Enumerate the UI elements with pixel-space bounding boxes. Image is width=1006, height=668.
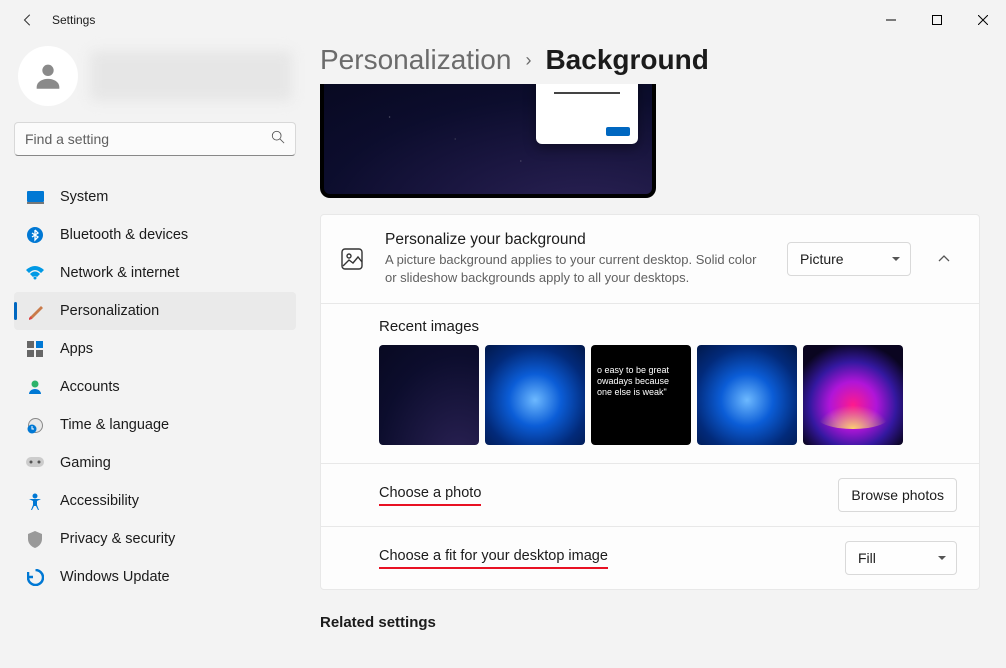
display-icon (26, 188, 44, 206)
window-controls (868, 4, 1006, 36)
search-icon (271, 130, 285, 149)
background-card: Personalize your background A picture ba… (320, 214, 980, 590)
breadcrumb: Personalization › Background (320, 44, 980, 76)
nav-label: Personalization (60, 303, 159, 319)
choose-photo-row: Choose a photo Browse photos (321, 463, 979, 526)
background-type-dropdown[interactable]: Picture (787, 242, 911, 276)
picture-icon (339, 248, 365, 270)
card-title: Personalize your background (385, 231, 767, 249)
chevron-right-icon: › (525, 50, 531, 71)
nav-label: Time & language (60, 417, 169, 433)
nav-gaming[interactable]: Gaming (14, 444, 296, 482)
window-title: Settings (52, 13, 95, 27)
breadcrumb-parent[interactable]: Personalization (320, 44, 511, 76)
nav-label: System (60, 189, 108, 205)
nav-label: Gaming (60, 455, 111, 471)
accessibility-icon (26, 492, 44, 510)
breadcrumb-current: Background (545, 44, 708, 76)
nav-bluetooth[interactable]: Bluetooth & devices (14, 216, 296, 254)
nav-label: Accounts (60, 379, 120, 395)
nav-apps[interactable]: Apps (14, 330, 296, 368)
recent-image-thumb[interactable]: o easy to be great owadays because one e… (591, 345, 691, 445)
choose-fit-row: Choose a fit for your desktop image Fill (321, 526, 979, 589)
apps-icon (26, 340, 44, 358)
recent-images-section: Recent images o easy to be great owadays… (321, 303, 979, 463)
paintbrush-icon (26, 302, 44, 320)
search-box[interactable] (14, 122, 296, 156)
collapse-button[interactable] (931, 252, 957, 266)
search-input[interactable] (25, 131, 271, 147)
nav-label: Apps (60, 341, 93, 357)
nav-privacy[interactable]: Privacy & security (14, 520, 296, 558)
button-label: Browse photos (851, 487, 944, 503)
dropdown-value: Picture (800, 251, 844, 267)
recent-image-thumb[interactable] (803, 345, 903, 445)
clock-globe-icon (26, 416, 44, 434)
nav-system[interactable]: System (14, 178, 296, 216)
desktop-preview (320, 84, 656, 198)
dropdown-value: Fill (858, 550, 876, 566)
nav-accounts[interactable]: Accounts (14, 368, 296, 406)
nav-personalization[interactable]: Personalization (14, 292, 296, 330)
nav-label: Accessibility (60, 493, 139, 509)
choose-fit-label: Choose a fit for your desktop image (379, 548, 608, 569)
update-icon (26, 568, 44, 586)
fit-dropdown[interactable]: Fill (845, 541, 957, 575)
nav-update[interactable]: Windows Update (14, 558, 296, 596)
nav-label: Privacy & security (60, 531, 175, 547)
nav-network[interactable]: Network & internet (14, 254, 296, 292)
related-settings-title: Related settings (320, 614, 980, 631)
choose-photo-label: Choose a photo (379, 485, 481, 506)
back-button[interactable] (18, 10, 38, 30)
sidebar: System Bluetooth & devices Network & int… (0, 40, 310, 668)
shield-icon (26, 530, 44, 548)
nav-list: System Bluetooth & devices Network & int… (14, 178, 296, 596)
person-icon (26, 378, 44, 396)
gamepad-icon (26, 454, 44, 472)
card-description: A picture background applies to your cur… (385, 251, 767, 287)
nav-time[interactable]: Time & language (14, 406, 296, 444)
nav-accessibility[interactable]: Accessibility (14, 482, 296, 520)
user-info-redacted (90, 51, 292, 101)
avatar (18, 46, 78, 106)
nav-label: Bluetooth & devices (60, 227, 188, 243)
recent-images-title: Recent images (379, 318, 957, 335)
minimize-button[interactable] (868, 4, 914, 36)
preview-window-mock (536, 84, 638, 144)
close-button[interactable] (960, 4, 1006, 36)
wifi-icon (26, 264, 44, 282)
maximize-button[interactable] (914, 4, 960, 36)
browse-photos-button[interactable]: Browse photos (838, 478, 957, 512)
recent-image-thumb[interactable] (485, 345, 585, 445)
bluetooth-icon (26, 226, 44, 244)
user-account-row[interactable] (14, 40, 296, 122)
titlebar: Settings (0, 0, 1006, 40)
card-header: Personalize your background A picture ba… (321, 215, 979, 303)
main-content: Personalization › Background Personalize… (310, 40, 1006, 668)
recent-image-thumb[interactable] (697, 345, 797, 445)
nav-label: Windows Update (60, 569, 170, 585)
nav-label: Network & internet (60, 265, 179, 281)
recent-image-thumb[interactable] (379, 345, 479, 445)
